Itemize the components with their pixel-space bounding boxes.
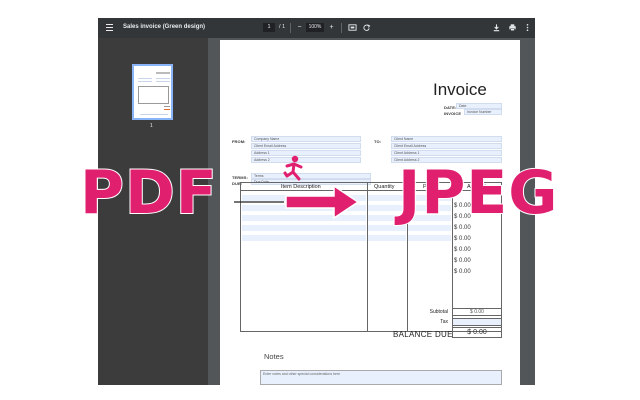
from-field[interactable]: Client Email Address bbox=[251, 143, 361, 149]
thumbnail-page-number: 1 bbox=[150, 123, 153, 129]
invoice-number-label: INVOICE bbox=[444, 111, 462, 116]
menu-icon[interactable] bbox=[106, 24, 113, 31]
balance-due-value: $ 0.00 bbox=[452, 327, 502, 338]
from-field[interactable]: Address 1 bbox=[251, 150, 361, 156]
amount-cell: $ 0.00 bbox=[454, 269, 471, 275]
from-field[interactable]: Address 2 bbox=[251, 157, 361, 163]
fit-page-icon[interactable] bbox=[348, 23, 357, 32]
rotate-icon[interactable] bbox=[362, 23, 371, 32]
notes-textarea[interactable]: Enter notes and other special considerat… bbox=[260, 370, 502, 385]
amount-cell: $ 0.00 bbox=[454, 247, 471, 253]
running-person-icon bbox=[283, 155, 303, 181]
document-title: Sales invoice (Green design) bbox=[123, 24, 206, 30]
page-separator: / bbox=[279, 24, 281, 30]
print-icon[interactable] bbox=[508, 23, 517, 32]
more-vert-icon[interactable] bbox=[523, 23, 532, 32]
notes-title: Notes bbox=[264, 352, 284, 361]
viewer-toolbar: Sales invoice (Green design) 1 / 1 − 100… bbox=[98, 18, 535, 38]
zoom-level-input[interactable]: 100% bbox=[306, 23, 324, 32]
table-row[interactable] bbox=[408, 235, 451, 241]
download-icon[interactable] bbox=[492, 23, 501, 32]
amount-cell: $ 0.00 bbox=[454, 258, 471, 264]
tax-field[interactable] bbox=[452, 318, 502, 326]
balance-due-label: BALANCE DUE bbox=[393, 330, 453, 339]
toolbar-divider bbox=[341, 23, 342, 33]
to-field[interactable]: Client Address 1 bbox=[391, 150, 502, 156]
pdf-label: PDF bbox=[79, 158, 218, 228]
table-row[interactable] bbox=[368, 235, 406, 241]
subtotal-value: $ 0.00 bbox=[452, 308, 502, 316]
table-row[interactable] bbox=[242, 235, 366, 241]
col-quantity: Quantity bbox=[374, 184, 395, 190]
amount-cell: $ 0.00 bbox=[454, 236, 471, 242]
jpeg-label: JPEG bbox=[397, 158, 559, 228]
zoom-in-button[interactable]: + bbox=[327, 23, 336, 32]
from-field[interactable]: Company Name bbox=[251, 136, 361, 142]
from-label: FROM: bbox=[232, 139, 246, 144]
date-label: DATE: bbox=[444, 105, 457, 110]
toolbar-divider bbox=[290, 23, 291, 33]
to-label: TO: bbox=[374, 139, 382, 144]
page-number-input[interactable]: 1 bbox=[263, 23, 275, 32]
to-field[interactable]: Client Email Address bbox=[391, 143, 502, 149]
tax-label: Tax bbox=[440, 319, 448, 325]
subtotal-label: Subtotal bbox=[429, 309, 448, 315]
page-thumbnail[interactable] bbox=[132, 64, 173, 120]
invoice-title: Invoice bbox=[433, 80, 487, 99]
promo-screenshot: Sales invoice (Green design) 1 / 1 − 100… bbox=[0, 0, 640, 400]
to-field[interactable]: Client Name bbox=[391, 136, 502, 142]
invoice-number-field[interactable]: Invoice Number bbox=[464, 109, 502, 115]
terms-label: TERMS: bbox=[232, 175, 248, 180]
page-total: 1 bbox=[282, 24, 286, 30]
table-row[interactable] bbox=[242, 225, 366, 231]
arrow-right-icon bbox=[234, 184, 360, 220]
zoom-out-button[interactable]: − bbox=[295, 23, 304, 32]
